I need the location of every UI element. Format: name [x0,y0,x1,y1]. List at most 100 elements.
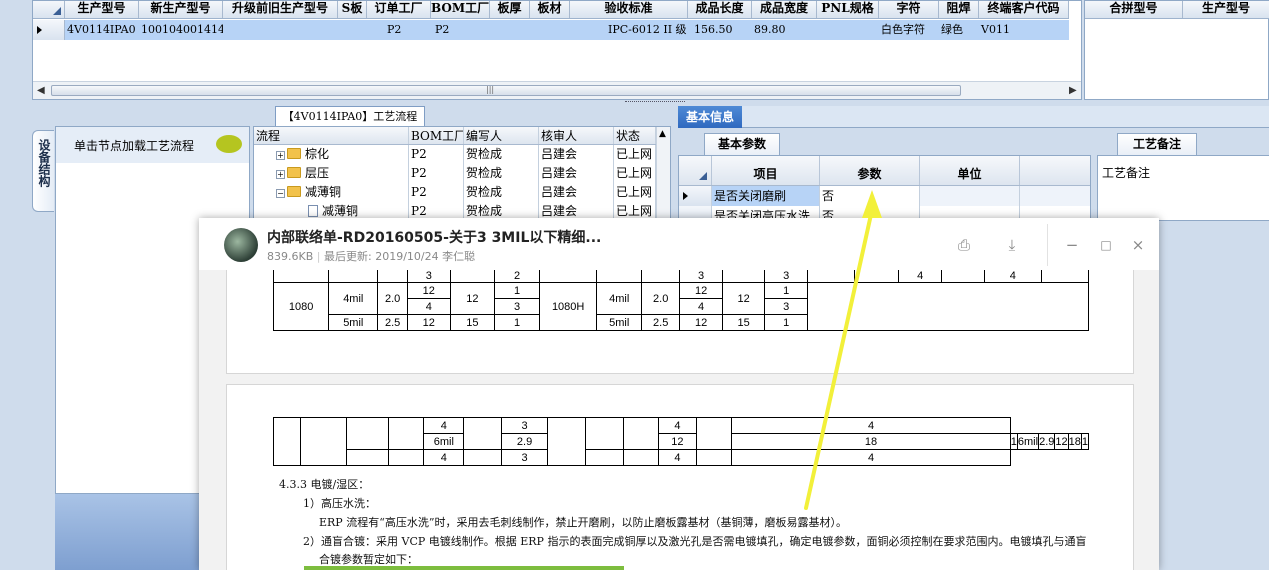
col-header[interactable]: 阻焊 [939,1,979,18]
col-header[interactable]: 升级前旧生产型号 [223,1,338,18]
cell[interactable] [530,20,570,40]
col-header[interactable]: 项目 [712,156,820,185]
cell [695,449,733,466]
cell[interactable] [223,20,338,40]
table-row[interactable]: 是否关闭磨刷 否 [679,186,1090,206]
process-tab[interactable]: 【4V0114IPA0】工艺流程 [275,106,425,126]
collapse-icon[interactable]: − [276,189,285,198]
close-icon[interactable]: × [1127,234,1149,256]
cell[interactable]: 89.80 [752,20,817,40]
cell[interactable]: 10010400141421 [139,20,223,40]
scroll-left-icon[interactable]: ◀ [37,85,45,96]
note-panel[interactable]: 工艺备注 [1097,155,1269,221]
cell[interactable]: 白色字符 [879,20,939,40]
table-row[interactable]: 4V0114IPA0 10010400141421 P2 P2 IPC-6012… [33,20,1069,40]
col-header[interactable]: 单位 [920,156,1020,185]
cell[interactable]: 否 [820,186,920,206]
col-header[interactable]: 终端客户代码 [979,1,1069,18]
cell: 12 [679,282,723,299]
minimize-icon[interactable]: − [1061,234,1083,256]
tree-row[interactable]: − 减薄铜 P2 贺检成 吕建会 已上网 [254,183,670,202]
panel-head: 单击节点加载工艺流程 [56,127,249,163]
tab-device-structure[interactable]: 设备结构 [32,130,54,212]
grid-header: 项目 参数 单位 [679,156,1090,186]
cell[interactable]: 绿色 [939,20,979,40]
row-indicator[interactable] [33,20,65,40]
col-header[interactable]: 生产型号 [65,1,139,18]
cell[interactable] [490,20,530,40]
cell: 4 [658,449,697,466]
cell[interactable]: P2 [431,20,490,40]
params-grid[interactable]: 项目 参数 单位 是否关闭磨刷 否 是否关闭高压水洗 否 [678,155,1091,226]
cell: 2.9 [500,433,549,450]
col-header[interactable]: 订单工厂 [367,1,431,18]
speech-bubble-icon[interactable] [216,135,242,153]
scroll-up-icon[interactable]: ▲ [659,129,666,139]
cell[interactable]: 是否关闭磨刷 [712,186,820,206]
vertical-scrollbar[interactable]: ▲ [656,127,670,220]
col-header[interactable]: 合拼型号 [1085,1,1183,18]
col-header[interactable]: 板材 [530,1,570,18]
expand-icon[interactable]: + [276,151,285,160]
col-header[interactable]: 参数 [820,156,920,185]
tab-basic-info[interactable]: 基本信息 [678,106,742,128]
expand-icon[interactable]: + [276,170,285,179]
updated-label: 最后更新: [323,250,372,263]
divider [1047,224,1048,266]
horizontal-scrollbar[interactable]: ◀ ||| ▶ [33,81,1081,99]
cell: 6mil [1016,433,1040,450]
col-header[interactable]: 流程 [254,127,409,144]
cell: 4 [731,417,1011,434]
cell[interactable]: V011 [979,20,1069,40]
print-icon[interactable]: ⎙ [953,234,975,256]
download-icon[interactable]: ⤓ [1001,234,1023,256]
pdf-viewer-window[interactable]: 内部联络单-RD20160505-关于3 3MIL以下精细... 839.6KB… [199,218,1159,570]
cell: 12 [407,314,451,331]
col-header[interactable]: PNL规格 [817,1,879,18]
col-header[interactable]: 验收标准 [570,1,688,18]
col-header[interactable]: 生产型号 [1183,1,1269,18]
cell[interactable]: 156.50 [688,20,752,40]
cell[interactable] [338,20,367,40]
tree-row[interactable]: + 棕化 P2 贺检成 吕建会 已上网 [254,145,670,164]
col-header[interactable]: 成品长度 [688,1,752,18]
document-page: 3 2 3 3 4 4 1080 4mil 2.0 12 12 1 1080H [226,270,1134,374]
col-header[interactable]: BOM工厂 [409,127,464,144]
tab-process-note[interactable]: 工艺备注 [1117,133,1197,155]
col-header[interactable]: 核审人 [539,127,614,144]
col-header[interactable]: BOM工厂 [431,1,490,18]
col-header[interactable]: 板厚 [490,1,530,18]
scroll-right-icon[interactable]: ▶ [1069,85,1077,96]
cell[interactable] [817,20,879,40]
maximize-icon[interactable]: □ [1095,234,1117,256]
splitter-handle[interactable] [625,101,685,105]
combined-grid[interactable]: 合拼型号 生产型号 [1084,0,1269,100]
cell[interactable]: P2 [367,20,431,40]
col-header[interactable]: 编写人 [464,127,539,144]
col-header[interactable]: 新生产型号 [139,1,223,18]
row-indicator[interactable] [679,186,712,206]
cell[interactable]: IPC-6012 II 级 [570,20,688,40]
cell: 2.5 [641,314,681,331]
cell: 12 [721,282,766,315]
scroll-thumb[interactable]: ||| [51,85,961,96]
col-header[interactable]: 成品宽度 [752,1,817,18]
tree-row[interactable]: + 层压 P2 贺检成 吕建会 已上网 [254,164,670,183]
tab-basic-params[interactable]: 基本参数 [704,133,780,155]
col-header[interactable]: 状态 [614,127,656,144]
cell[interactable] [920,186,1020,206]
file-title: 内部联络单-RD20160505-关于3 3MIL以下精细... [267,230,602,246]
col-header[interactable]: 字符 [879,1,939,18]
section-heading: 4.3.3 电镀/湿区： [279,478,370,491]
process-tree[interactable]: 流程 BOM工厂 编写人 核审人 状态 + 棕化 P2 贺检成 吕建会 已上网 +… [253,126,671,221]
tree-header: 流程 BOM工厂 编写人 核审人 状态 [254,127,670,145]
col-header[interactable]: S板 [338,1,367,18]
cell: 贺检成 [464,145,539,164]
document-view[interactable]: 3 2 3 3 4 4 1080 4mil 2.0 12 12 1 1080H [199,270,1159,570]
cell: 1 [764,314,808,331]
cell: 6mil [423,433,465,450]
production-grid[interactable]: 生产型号 新生产型号 升级前旧生产型号 S板 订单工厂 BOM工厂 板厚 板材 … [32,0,1082,100]
cell[interactable]: 4V0114IPA0 [65,20,139,40]
tab-strip [742,106,1269,128]
viewer-titlebar[interactable]: 内部联络单-RD20160505-关于3 3MIL以下精细... 839.6KB… [199,218,1159,270]
